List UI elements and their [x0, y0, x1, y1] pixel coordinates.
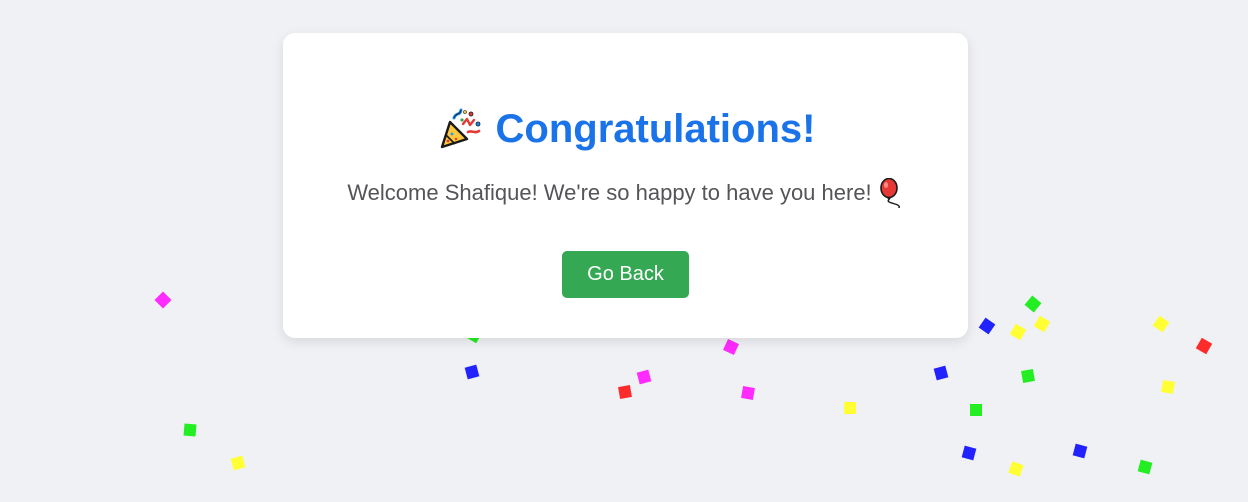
confetti-piece: [1072, 443, 1088, 459]
confetti-piece: [961, 445, 977, 461]
confetti-piece: [1195, 337, 1213, 355]
go-back-button[interactable]: Go Back: [562, 251, 689, 298]
confetti-piece: [844, 402, 856, 414]
confetti-piece: [970, 404, 982, 416]
page: Congratulations! Welcome Shafique! We're…: [0, 0, 1248, 502]
party-popper-icon: [436, 106, 482, 152]
confetti-piece: [978, 317, 996, 335]
page-title: Congratulations!: [495, 107, 816, 151]
confetti-piece: [1021, 369, 1035, 383]
confetti-piece: [1161, 380, 1175, 394]
confetti-piece: [1009, 323, 1027, 341]
confetti-piece: [933, 365, 949, 381]
welcome-message: Welcome Shafique! We're so happy to have…: [347, 180, 872, 205]
congratulations-card: Congratulations! Welcome Shafique! We're…: [283, 33, 968, 338]
confetti-piece: [1152, 315, 1170, 333]
subtitle-row: Welcome Shafique! We're so happy to have…: [283, 177, 968, 209]
confetti-piece: [183, 423, 197, 437]
confetti-piece: [636, 369, 652, 385]
confetti-piece: [741, 386, 755, 400]
balloon-icon: [878, 177, 904, 209]
confetti-piece: [230, 455, 246, 471]
confetti-piece: [1033, 315, 1051, 333]
title-row: Congratulations!: [283, 105, 968, 153]
confetti-piece: [1137, 459, 1153, 475]
confetti-piece: [723, 339, 739, 355]
confetti-piece: [618, 385, 632, 399]
confetti-piece: [154, 291, 172, 309]
confetti-piece: [464, 364, 480, 380]
confetti-piece: [1024, 295, 1042, 313]
confetti-piece: [1008, 461, 1024, 477]
